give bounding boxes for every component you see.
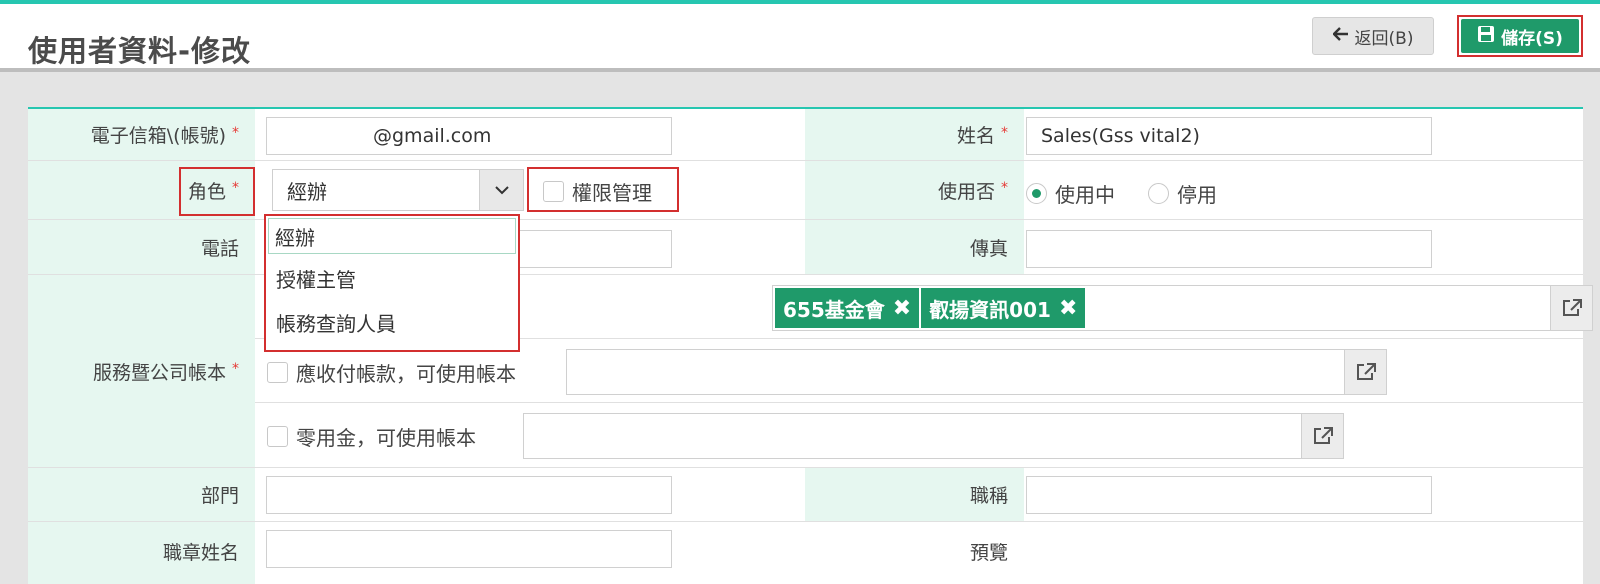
active-radio-off[interactable]: 停用 [1148, 179, 1217, 208]
service-books-tag-input[interactable]: 655基金會 ✖ 叡揚資訊001 ✖ [772, 285, 1593, 331]
checkbox-icon[interactable] [267, 362, 288, 383]
ar-ap-books-input[interactable] [566, 349, 1387, 395]
form-row-department: 部門 職稱 [28, 468, 1583, 522]
email-field[interactable]: @gmail.com [266, 117, 672, 155]
close-icon[interactable]: ✖ [893, 296, 911, 321]
user-form-panel: 電子信箱\(帳號) * @gmail.com 姓名 * Sales(Gss vita… [28, 107, 1593, 584]
stamp-name-label: 職章姓名 [28, 522, 255, 584]
name-label: 姓名 * [805, 109, 1024, 160]
tag-655[interactable]: 655基金會 ✖ [775, 288, 920, 328]
email-label: 電子信箱\(帳號) * [28, 109, 255, 160]
role-option[interactable]: 授權主管 [266, 256, 518, 300]
department-field[interactable] [266, 476, 672, 514]
back-button[interactable]: 返回(B) [1312, 17, 1434, 55]
stamp-name-field[interactable] [266, 530, 672, 568]
ar-ap-checkbox[interactable]: 應收付帳款，可使用帳本 [267, 358, 516, 387]
job-title-label: 職稱 [805, 468, 1024, 521]
save-button-label: 儲存(S) [1501, 28, 1563, 49]
form-row-phone: 電話 傳真 [28, 220, 1583, 275]
page-header: 使用者資料-修改 返回(B) 儲存(S) [0, 4, 1600, 72]
role-select[interactable]: 經辦 [272, 169, 524, 211]
service-books-label: 服務暨公司帳本 * [28, 275, 255, 467]
role-option[interactable]: 帳務查詢人員 [266, 300, 518, 344]
phone-label: 電話 [28, 220, 255, 274]
active-radio-on[interactable]: 使用中 [1026, 179, 1115, 208]
preview-label: 預覽 [805, 522, 1024, 584]
role-option[interactable]: 經辦 [268, 218, 516, 254]
role-dropdown: 經辦 授權主管 帳務查詢人員 [264, 214, 520, 352]
arrow-left-icon [1331, 26, 1349, 46]
role-label-highlight [179, 167, 255, 216]
role-select-value: 經辦 [287, 179, 327, 204]
page-title: 使用者資料-修改 [28, 34, 252, 68]
radio-selected-icon[interactable] [1026, 183, 1047, 204]
checkbox-icon[interactable] [543, 181, 564, 202]
petty-cash-checkbox[interactable]: 零用金，可使用帳本 [267, 422, 476, 451]
department-label: 部門 [28, 468, 255, 521]
permission-admin-label: 權限管理 [572, 181, 652, 205]
form-row-role: 角色 * 經辦 權限管理 使用否 * 使用中 停用 [28, 161, 1583, 220]
job-title-field[interactable] [1026, 476, 1432, 514]
chevron-down-icon[interactable] [479, 170, 523, 210]
close-icon[interactable]: ✖ [1059, 296, 1077, 321]
name-field[interactable]: Sales(Gss vital2) [1026, 117, 1432, 155]
external-link-icon[interactable] [1344, 350, 1386, 394]
service-books-subrow-3: 零用金，可使用帳本 [255, 403, 1583, 468]
permission-admin-checkbox[interactable]: 權限管理 [543, 177, 652, 206]
fax-field[interactable] [1026, 230, 1432, 268]
save-button[interactable]: 儲存(S) [1461, 19, 1579, 53]
floppy-disk-icon [1477, 25, 1495, 48]
form-row-email: 電子信箱\(帳號) * @gmail.com 姓名 * Sales(Gss vita… [28, 109, 1583, 161]
back-button-label: 返回(B) [1354, 28, 1414, 49]
save-button-highlight: 儲存(S) [1457, 15, 1583, 57]
radio-unselected-icon[interactable] [1148, 183, 1169, 204]
external-link-icon[interactable] [1550, 286, 1592, 330]
tag-gss001[interactable]: 叡揚資訊001 ✖ [921, 288, 1086, 328]
form-row-stamp: 職章姓名 預覽 [28, 522, 1583, 584]
active-label: 使用否 * [805, 161, 1024, 219]
external-link-icon[interactable] [1301, 414, 1343, 458]
form-row-service-books: 服務暨公司帳本* 655基金會 ✖ 叡揚資訊001 ✖ 應收付帳款，可使用帳本 [28, 275, 1593, 468]
petty-cash-books-input[interactable] [523, 413, 1344, 459]
fax-label: 傳真 [805, 220, 1024, 274]
checkbox-icon[interactable] [267, 426, 288, 447]
